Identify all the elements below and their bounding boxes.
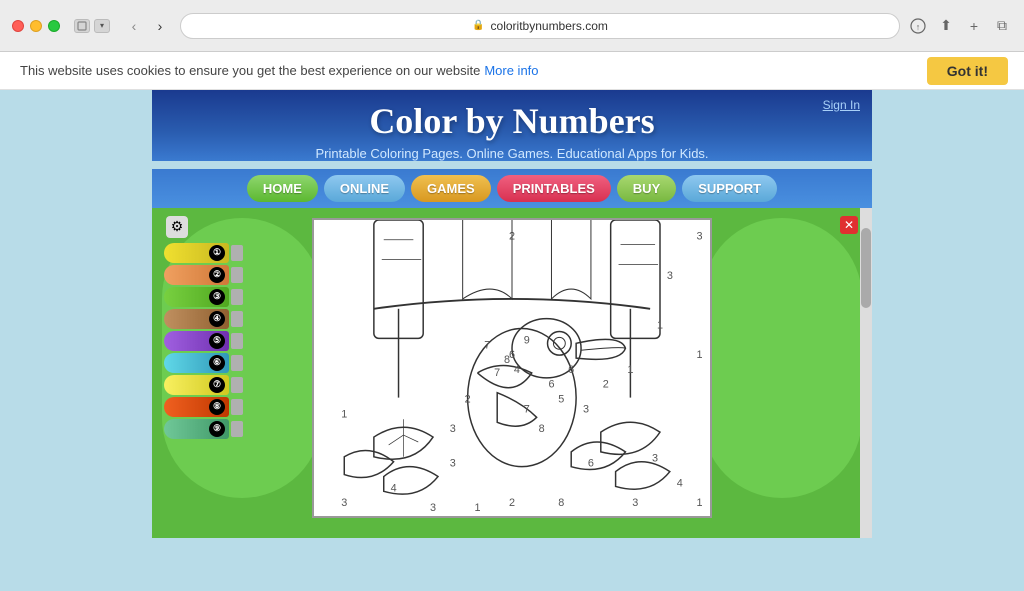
site-wrapper: Sign In Color by Numbers Printable Color… [152, 90, 872, 591]
forward-button[interactable]: › [148, 14, 172, 38]
paint-tube-5[interactable]: ⑤ [164, 331, 243, 351]
minimize-window-button[interactable] [30, 20, 42, 32]
nav-home-button[interactable]: HOME [247, 175, 318, 202]
back-button[interactable]: ‹ [122, 14, 146, 38]
svg-text:3: 3 [341, 497, 347, 509]
site-subtitle: Printable Coloring Pages. Online Games. … [172, 146, 852, 161]
svg-text:4: 4 [514, 364, 520, 376]
paint-tube-7[interactable]: ⑦ [164, 375, 243, 395]
upload-icon[interactable]: ⬆ [936, 16, 956, 36]
svg-text:7: 7 [484, 339, 490, 351]
svg-text:3: 3 [696, 230, 702, 242]
settings-icon[interactable]: ⚙ [166, 216, 188, 238]
site-header: Sign In Color by Numbers Printable Color… [152, 90, 872, 161]
svg-text:6: 6 [509, 349, 515, 361]
svg-text:6: 6 [588, 457, 594, 469]
svg-text:1: 1 [341, 408, 347, 420]
close-window-button[interactable] [12, 20, 24, 32]
paint-tube-2[interactable]: ② [164, 265, 243, 285]
svg-text:3: 3 [667, 270, 673, 282]
lock-icon: 🔒 [472, 20, 484, 31]
svg-text:2: 2 [603, 378, 609, 390]
svg-text:4: 4 [677, 477, 683, 489]
cookie-banner: This website uses cookies to ensure you … [0, 52, 1024, 90]
scrollbar-thumb[interactable] [861, 228, 871, 308]
more-info-link[interactable]: More info [484, 63, 538, 78]
nav-buy-button[interactable]: BUY [617, 175, 676, 202]
paint-tube-9[interactable]: ⑨ [164, 419, 243, 439]
svg-text:9: 9 [524, 334, 530, 346]
scrollbar[interactable] [860, 208, 872, 538]
svg-text:8: 8 [539, 423, 545, 435]
close-icon[interactable]: ✕ [840, 216, 858, 234]
nav-games-button[interactable]: GAMES [411, 175, 491, 202]
paint-tube-8[interactable]: ⑧ [164, 397, 243, 417]
svg-text:8: 8 [558, 497, 564, 509]
svg-text:6: 6 [548, 378, 554, 390]
svg-text:2: 2 [509, 497, 515, 509]
share-icon[interactable]: ↑ [908, 16, 928, 36]
paint-tube-4[interactable]: ④ [164, 309, 243, 329]
cookie-text: This website uses cookies to ensure you … [20, 63, 480, 78]
url-text: coloritbynumbers.com [491, 19, 608, 33]
svg-text:7: 7 [524, 403, 530, 415]
svg-text:3: 3 [583, 403, 589, 415]
svg-text:1: 1 [696, 349, 702, 361]
paint-tube-1[interactable]: ① [164, 243, 243, 263]
svg-text:5: 5 [558, 393, 564, 405]
svg-text:7: 7 [494, 366, 500, 378]
browser-chrome: ▾ ‹ › 🔒 coloritbynumbers.com ↑ ⬆ + ⧉ [0, 0, 1024, 52]
svg-text:↑: ↑ [916, 22, 921, 32]
sign-in-link[interactable]: Sign In [823, 98, 860, 112]
coloring-page[interactable]: 3 2 3 1 1 1 2 7 8 9 6 7 4 2 1 3 7 [312, 218, 712, 518]
maximize-window-button[interactable] [48, 20, 60, 32]
plus-icon[interactable]: + [964, 16, 984, 36]
coloring-svg: 3 2 3 1 1 1 2 7 8 9 6 7 4 2 1 3 7 [314, 220, 710, 516]
decoration-blob-right [702, 218, 862, 498]
svg-text:4: 4 [391, 482, 397, 494]
game-area: ⚙ ✕ ① ② ③ [152, 208, 872, 538]
copy-icon[interactable]: ⧉ [992, 16, 1012, 36]
nav-printables-button[interactable]: PRINTABLES [497, 175, 611, 202]
nav-bar: HOME ONLINE GAMES PRINTABLES BUY SUPPORT [152, 169, 872, 208]
traffic-lights [12, 20, 60, 32]
window-chevron-button[interactable]: ▾ [94, 19, 110, 33]
svg-text:3: 3 [632, 497, 638, 509]
svg-text:3: 3 [450, 457, 456, 469]
svg-text:6: 6 [568, 364, 574, 376]
svg-text:1: 1 [627, 364, 633, 376]
paint-tube-3[interactable]: ③ [164, 287, 243, 307]
paint-tube-6[interactable]: ⑥ [164, 353, 243, 373]
site-title: Color by Numbers [172, 102, 852, 142]
nav-online-button[interactable]: ONLINE [324, 175, 405, 202]
nav-support-button[interactable]: SUPPORT [682, 175, 777, 202]
main-content: Sign In Color by Numbers Printable Color… [0, 90, 1024, 591]
svg-text:3: 3 [430, 502, 436, 514]
svg-text:1: 1 [696, 497, 702, 509]
paint-tubes-panel: ① ② ③ ④ [164, 243, 243, 439]
svg-text:3: 3 [450, 423, 456, 435]
toolbar-right: ↑ ⬆ + ⧉ [908, 16, 1012, 36]
nav-arrows: ‹ › [122, 14, 172, 38]
svg-text:3: 3 [652, 452, 658, 464]
svg-text:1: 1 [474, 502, 480, 514]
got-it-button[interactable]: Got it! [927, 57, 1008, 85]
svg-text:2: 2 [465, 393, 471, 405]
window-tab-button[interactable] [74, 19, 90, 33]
svg-text:1: 1 [657, 319, 663, 331]
window-buttons: ▾ [74, 19, 110, 33]
address-bar[interactable]: 🔒 coloritbynumbers.com [180, 13, 900, 39]
